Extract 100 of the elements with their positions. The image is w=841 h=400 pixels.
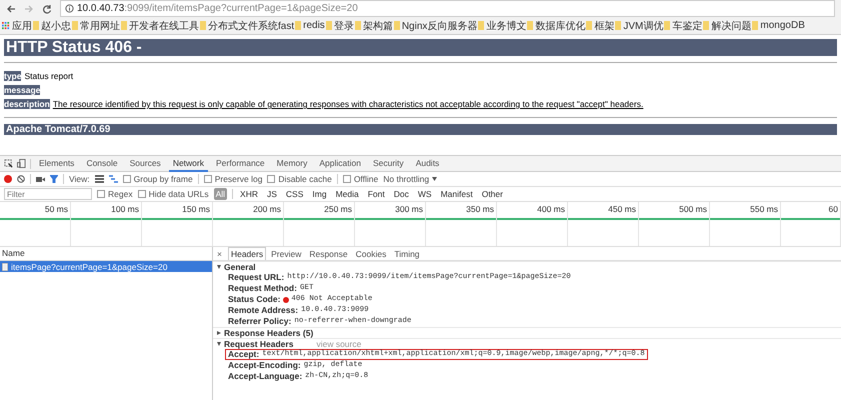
- bookmark[interactable]: 分布式文件系统fast: [200, 18, 294, 32]
- inspect-icon[interactable]: [4, 159, 13, 168]
- header-key: Remote Address:: [228, 306, 298, 315]
- checkbox-option[interactable]: Group by frame: [122, 174, 193, 184]
- apps-grid-icon: [2, 22, 10, 30]
- bookmark[interactable]: 框架: [586, 18, 614, 32]
- time-tick: 50 ms: [44, 203, 69, 215]
- time-tick: 200 ms: [252, 203, 282, 215]
- back-icon[interactable]: [6, 4, 16, 14]
- filter-icon[interactable]: [50, 175, 58, 183]
- detail-tab[interactable]: Preview: [268, 247, 304, 260]
- clear-icon[interactable]: [17, 175, 25, 183]
- folder-icon: [326, 21, 332, 30]
- section-header[interactable]: General: [213, 261, 841, 272]
- document-icon: [2, 262, 8, 270]
- folder-icon: [354, 21, 361, 30]
- bookmark[interactable]: mongoDB: [752, 20, 805, 31]
- bookmark[interactable]: 数据库优化: [527, 18, 586, 32]
- device-icon[interactable]: [17, 159, 26, 168]
- caret-icon: [432, 177, 438, 181]
- section-header[interactable]: Request Headers view source: [213, 338, 841, 349]
- header-key: Accept-Encoding:: [228, 361, 301, 370]
- type-filter[interactable]: Manifest: [438, 188, 475, 200]
- devtools-tab[interactable]: Security: [368, 156, 408, 172]
- address-bar[interactable]: 10.0.40.73:9099/item/itemsPage?currentPage=1&pageSize=20: [60, 0, 835, 17]
- detail-tab[interactable]: Cookies: [352, 247, 390, 260]
- time-tick: 60: [828, 203, 839, 215]
- header-key: Status Code:: [228, 295, 280, 304]
- description-link[interactable]: The resource identified by this request is only capable of generating responses with characteristics not acceptable according to the request "accept" headers.: [52, 99, 644, 109]
- bookmark[interactable]: 车鉴定: [664, 18, 702, 32]
- devtools-tab[interactable]: Elements: [35, 156, 78, 172]
- reload-icon[interactable]: [42, 4, 52, 14]
- detail-tab[interactable]: Timing: [391, 247, 423, 260]
- section-header[interactable]: Response Headers (5): [213, 327, 841, 338]
- bookmark[interactable]: 架构篇: [354, 18, 393, 32]
- throttling-dropdown[interactable]: No throttling: [383, 174, 438, 184]
- devtools-tab[interactable]: Sources: [126, 156, 165, 172]
- time-tick: 550 ms: [749, 203, 779, 215]
- detail-tab[interactable]: Response: [306, 247, 351, 260]
- devtools-tab[interactable]: Console: [82, 156, 122, 172]
- devtools-tab[interactable]: Audits: [412, 156, 444, 172]
- time-tick: 350 ms: [465, 203, 495, 215]
- bookmark[interactable]: 解决问题: [703, 18, 752, 32]
- type-filter[interactable]: Other: [480, 188, 505, 200]
- server-footer: Apache Tomcat/7.0.69: [4, 124, 837, 135]
- type-filter[interactable]: JS: [265, 188, 279, 200]
- time-tick: 400 ms: [536, 203, 566, 215]
- folder-icon: [664, 21, 670, 30]
- header-key: Referrer Policy:: [228, 317, 292, 326]
- checkbox-option[interactable]: Disable cache: [267, 174, 332, 184]
- folder-icon: [615, 21, 622, 30]
- folder-icon: [295, 21, 302, 30]
- request-row[interactable]: itemsPage?currentPage=1&pageSize=20: [0, 261, 212, 272]
- bookmark[interactable]: 登录: [326, 18, 354, 32]
- devtools-tab[interactable]: Application: [315, 156, 365, 172]
- filter-field[interactable]: Filter: [4, 188, 92, 200]
- time-tick: 450 ms: [607, 203, 637, 215]
- time-tick: 150 ms: [181, 203, 211, 215]
- checkbox-option[interactable]: Hide data URLs: [138, 189, 209, 199]
- bookmark[interactable]: 业务博文: [478, 18, 526, 32]
- folder-icon: [200, 21, 206, 30]
- bookmark[interactable]: 常用网址: [72, 18, 120, 32]
- type-filter[interactable]: Doc: [392, 188, 411, 200]
- bookmark[interactable]: 应用: [2, 18, 32, 32]
- camera-icon[interactable]: [36, 176, 45, 182]
- folder-icon: [121, 21, 127, 30]
- type-filter[interactable]: XHR: [238, 188, 260, 200]
- devtools-tab[interactable]: Performance: [212, 156, 269, 172]
- devtools-tab[interactable]: Memory: [272, 156, 312, 172]
- devtools-tab[interactable]: Network: [168, 156, 208, 172]
- bookmark[interactable]: 开发者在线工具: [121, 18, 199, 32]
- type-filter[interactable]: WS: [416, 188, 434, 200]
- folder-icon: [703, 21, 710, 30]
- bookmark[interactable]: Nginx反向服务器: [394, 18, 478, 32]
- record-icon[interactable]: [4, 175, 12, 183]
- folder-icon: [527, 21, 534, 30]
- bookmark[interactable]: 赵小忠: [33, 18, 71, 32]
- waterfall-icon[interactable]: [108, 175, 118, 183]
- bookmark[interactable]: JVM调优: [615, 18, 664, 32]
- header-key: Accept:: [228, 350, 260, 359]
- folder-icon: [752, 21, 758, 30]
- time-tick: 250 ms: [323, 203, 353, 215]
- close-button[interactable]: ×: [217, 248, 222, 258]
- checkbox-option[interactable]: Preserve log: [204, 174, 262, 184]
- type-filter[interactable]: Img: [310, 188, 329, 200]
- type-filter[interactable]: Media: [334, 188, 361, 200]
- detail-tab[interactable]: Headers: [228, 247, 266, 260]
- folder-icon: [72, 21, 78, 30]
- time-tick: 300 ms: [394, 203, 424, 215]
- view-label: View:: [69, 174, 90, 184]
- url-path: :9099/item/itemsPage?currentPage=1&pageSize=20: [124, 3, 358, 14]
- field-label: message: [4, 85, 40, 95]
- type-filter[interactable]: CSS: [284, 188, 306, 200]
- list-view-icon[interactable]: [94, 175, 104, 183]
- info-icon: [65, 4, 74, 13]
- checkbox-option[interactable]: Offline: [342, 174, 378, 184]
- folder-icon: [394, 21, 400, 30]
- bookmark[interactable]: redis: [295, 20, 325, 31]
- type-filter[interactable]: Font: [366, 188, 387, 200]
- checkbox-option[interactable]: Regex: [97, 189, 133, 199]
